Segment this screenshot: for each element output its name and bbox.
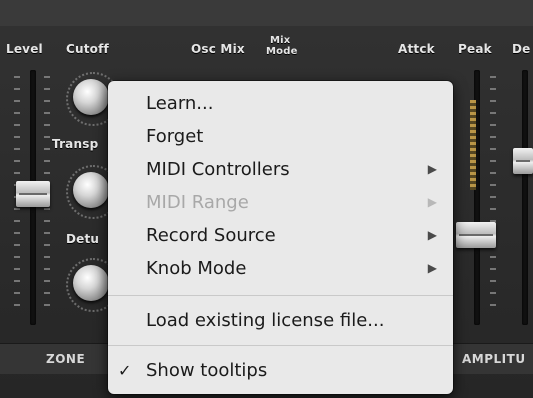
submenu-arrow-icon: ▶ — [427, 228, 437, 242]
osc-mix-label: Osc Mix — [191, 42, 245, 56]
menu-item-forget[interactable]: Forget — [108, 120, 453, 153]
submenu-arrow-icon: ▶ — [427, 162, 437, 176]
top-strip — [0, 0, 533, 26]
menu-item-show-tooltips[interactable]: ✓ Show tooltips — [108, 354, 453, 387]
menu-item-load-license[interactable]: Load existing license file... — [108, 304, 453, 337]
menu-item-record-source[interactable]: Record Source ▶ — [108, 219, 453, 252]
mix-mode-label-line1: Mix — [270, 35, 291, 46]
zone-section-label: ZONE — [46, 352, 86, 366]
menu-item-label: MIDI Controllers — [146, 159, 290, 180]
decay-fader-handle[interactable] — [513, 148, 533, 174]
menu-item-label: Forget — [146, 126, 204, 147]
menu-separator — [108, 295, 453, 296]
menu-item-label: Record Source — [146, 225, 276, 246]
cutoff-knob[interactable] — [73, 79, 109, 115]
checkmark-icon: ✓ — [118, 361, 132, 380]
detune-label: Detu — [66, 232, 100, 246]
transpose-label: Transp — [52, 137, 99, 151]
context-menu: Learn... Forget MIDI Controllers ▶ MIDI … — [108, 81, 453, 394]
menu-item-label: MIDI Range — [146, 192, 249, 213]
menu-item-knob-mode[interactable]: Knob Mode ▶ — [108, 252, 453, 285]
menu-item-midi-range: MIDI Range ▶ — [108, 186, 453, 219]
cutoff-label: Cutoff — [66, 42, 109, 56]
submenu-arrow-icon: ▶ — [427, 195, 437, 209]
transpose-knob[interactable] — [73, 172, 109, 208]
menu-item-learn[interactable]: Learn... — [108, 87, 453, 120]
attack-label: Attck — [398, 42, 435, 56]
menu-separator — [108, 345, 453, 346]
decay-fader-track[interactable] — [522, 70, 528, 325]
submenu-arrow-icon: ▶ — [427, 261, 437, 275]
menu-item-label: Knob Mode — [146, 258, 247, 279]
peak-meter — [470, 100, 476, 190]
peak-label: Peak — [458, 42, 492, 56]
peak-fader-handle[interactable] — [456, 222, 496, 248]
menu-item-label: Show tooltips — [146, 360, 268, 381]
decay-label: De — [512, 42, 531, 56]
level-label: Level — [6, 42, 43, 56]
peak-fader-ticks — [490, 76, 496, 316]
amplitude-section-label: AMPLITU — [462, 352, 526, 366]
menu-item-midi-controllers[interactable]: MIDI Controllers ▶ — [108, 153, 453, 186]
level-fader-handle[interactable] — [16, 181, 50, 207]
detune-knob[interactable] — [73, 265, 109, 301]
mix-mode-label-line2: Mode — [266, 46, 298, 57]
menu-item-label: Learn... — [146, 93, 214, 114]
menu-item-label: Load existing license file... — [146, 310, 385, 331]
